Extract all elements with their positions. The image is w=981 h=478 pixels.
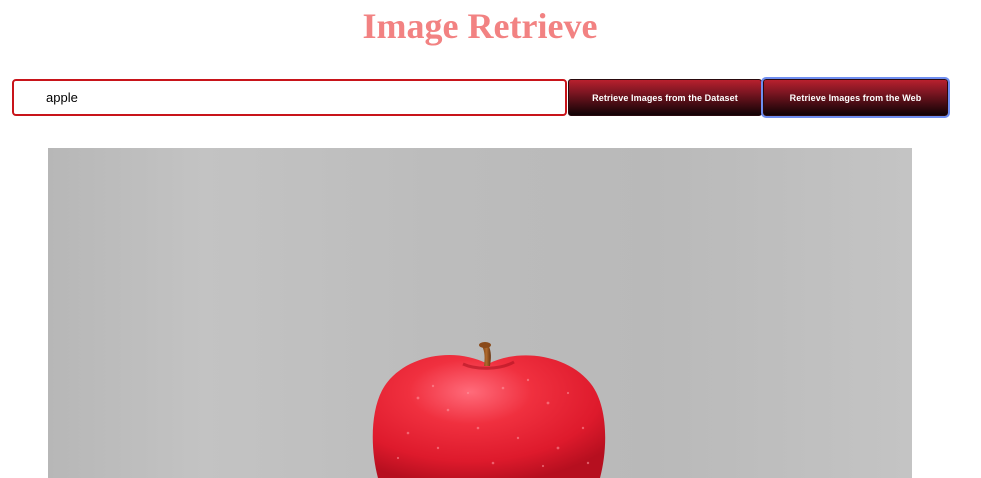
apple-photo (372, 342, 606, 478)
apple-body (372, 354, 606, 478)
search-input[interactable] (12, 79, 567, 116)
page-title: Image Retrieve (362, 6, 598, 46)
retrieve-from-dataset-button[interactable]: Retrieve Images from the Dataset (568, 79, 762, 116)
page: Image Retrieve Retrieve Images from the … (0, 0, 981, 478)
retrieve-from-web-button[interactable]: Retrieve Images from the Web (761, 77, 950, 118)
result-image (48, 148, 912, 478)
